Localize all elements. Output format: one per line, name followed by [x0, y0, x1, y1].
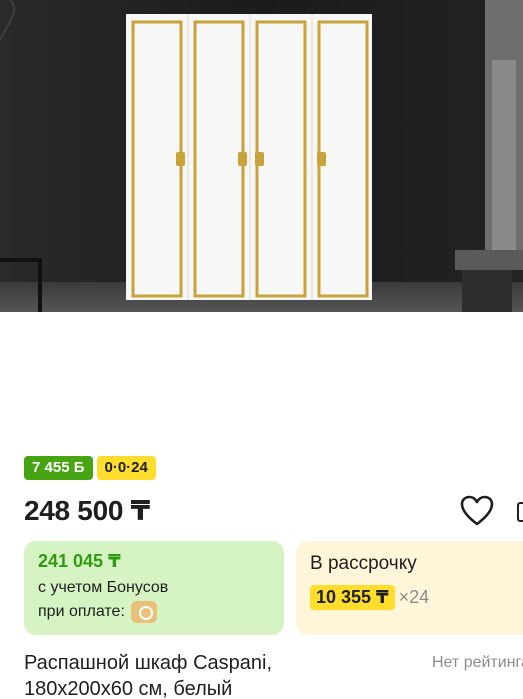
installment-badge: 0·0·24 — [96, 456, 156, 480]
product-image[interactable] — [0, 0, 523, 312]
compare-icon[interactable] — [517, 502, 523, 522]
product-price: 248 500 ₸ — [24, 495, 150, 526]
installment-amount: 10 355 ₸ — [310, 585, 395, 610]
kaspi-icon — [130, 601, 157, 623]
rating-status[interactable]: Нет рейтинга — [432, 654, 523, 672]
bonus-price: 241 045 ₸ — [38, 551, 121, 571]
bonus-price-card[interactable]: 241 045 ₸ с учетом Бонусов при оплате: — [24, 541, 284, 635]
installment-title: В рассрочку — [310, 553, 417, 574]
product-title: Распашной шкаф Caspani, 180х200х60 см, б… — [24, 652, 272, 699]
installment-card[interactable]: В рассрочку 10 355 ₸ ×24 — [296, 541, 523, 635]
bonus-description: с учетом Бонусов — [38, 579, 169, 596]
bonus-badge: 7 455 Б — [24, 456, 93, 480]
heart-icon[interactable] — [459, 494, 495, 528]
payment-label: при оплате: — [38, 603, 125, 620]
badges-row: 7 455 Б 0·0·24 — [24, 456, 156, 480]
payment-row: при оплате: — [38, 600, 270, 624]
installment-multiplier: ×24 — [398, 587, 430, 607]
installment-row: 10 355 ₸ ×24 — [310, 585, 522, 610]
